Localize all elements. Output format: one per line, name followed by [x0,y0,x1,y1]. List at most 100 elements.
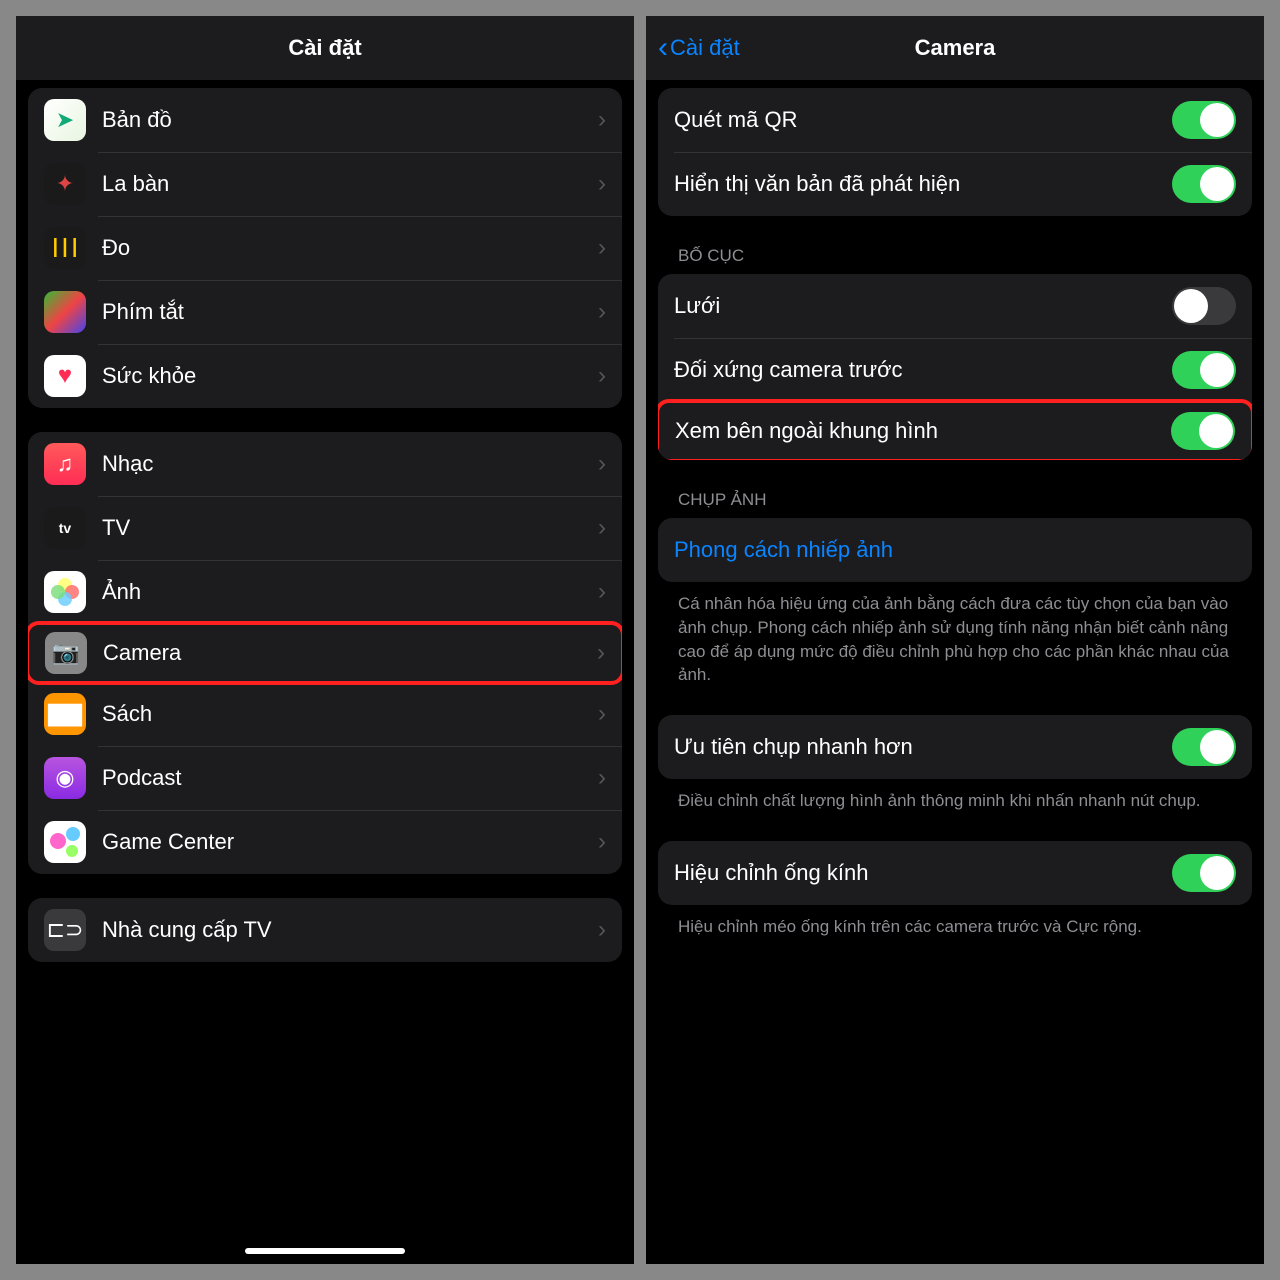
settings-group-2: ♫ Nhạc › tv TV › Ảnh › [28,432,622,874]
chevron-right-icon: › [598,106,606,134]
row-label: Xem bên ngoài khung hình [675,418,1171,444]
toggle-view-outside-frame[interactable] [1171,412,1235,450]
row-label: Ảnh [102,579,598,605]
toggle-lens-correction[interactable] [1172,854,1236,892]
row-photos[interactable]: Ảnh › [28,560,622,624]
camera-group-layout: Lưới Đối xứng camera trước Xem bên ngoài… [658,274,1252,460]
measure-icon: ┃┃┃ [44,227,86,269]
compass-icon: ✦ [44,163,86,205]
lens-description: Hiệu chỉnh méo ống kính trên các camera … [658,905,1252,943]
camera-group-scan: Quét mã QR Hiển thị văn bản đã phát hiện [658,88,1252,216]
chevron-right-icon: › [598,764,606,792]
row-label: Sách [102,701,598,727]
tv-icon: tv [44,507,86,549]
row-label: Sức khỏe [102,363,598,389]
row-camera[interactable]: 📷 Camera › [29,625,621,681]
chevron-right-icon: › [598,828,606,856]
back-label: Cài đặt [670,35,740,61]
row-label: Game Center [102,829,598,855]
gamecenter-icon [44,821,86,863]
row-gamecenter[interactable]: Game Center › [28,810,622,874]
settings-group-1: ➤ Bản đồ › ✦ La bàn › ┃┃┃ Đo › Phím tắt … [28,88,622,408]
faster-description: Điều chỉnh chất lượng hình ảnh thông min… [658,779,1252,817]
chevron-right-icon: › [598,514,606,542]
row-label: Ưu tiên chụp nhanh hơn [674,734,1172,760]
row-mirror-front[interactable]: Đối xứng camera trước [658,338,1252,402]
highlight-camera: 📷 Camera › [28,621,622,685]
settings-group-3: ⊏⊃ Nhà cung cấp TV › [28,898,622,962]
camera-icon: 📷 [45,632,87,674]
row-label: Bản đồ [102,107,598,133]
highlight-view-outside-frame: Xem bên ngoài khung hình [658,399,1252,460]
row-label: Quét mã QR [674,107,1172,133]
row-view-outside-frame[interactable]: Xem bên ngoài khung hình [659,403,1251,459]
health-icon: ♥ [44,355,86,397]
toggle-grid[interactable] [1172,287,1236,325]
chevron-right-icon: › [598,578,606,606]
camera-group-styles: Phong cách nhiếp ảnh [658,518,1252,582]
row-label: Lưới [674,293,1172,319]
chevron-right-icon: › [598,450,606,478]
section-layout: BỐ CỤC [658,216,1252,274]
row-shortcuts[interactable]: Phím tắt › [28,280,622,344]
row-music[interactable]: ♫ Nhạc › [28,432,622,496]
row-tv[interactable]: tv TV › [28,496,622,560]
toggle-detected-text[interactable] [1172,165,1236,203]
camera-group-lens: Hiệu chỉnh ống kính [658,841,1252,905]
toggle-mirror-front[interactable] [1172,351,1236,389]
chevron-right-icon: › [598,916,606,944]
right-content: Quét mã QR Hiển thị văn bản đã phát hiện… [646,80,1264,943]
chevron-right-icon: › [598,362,606,390]
row-label: Hiệu chỉnh ống kính [674,860,1172,886]
row-label: TV [102,515,598,541]
row-label: La bàn [102,171,598,197]
home-indicator[interactable] [245,1248,405,1254]
row-detected-text[interactable]: Hiển thị văn bản đã phát hiện [658,152,1252,216]
row-maps[interactable]: ➤ Bản đồ › [28,88,622,152]
row-label: Podcast [102,765,598,791]
left-content: ➤ Bản đồ › ✦ La bàn › ┃┃┃ Đo › Phím tắt … [16,80,634,962]
row-photo-styles[interactable]: Phong cách nhiếp ảnh [658,518,1252,582]
chevron-left-icon: ‹ [658,31,668,65]
row-faster-capture[interactable]: Ưu tiên chụp nhanh hơn [658,715,1252,779]
row-grid[interactable]: Lưới [658,274,1252,338]
row-label: Phím tắt [102,299,598,325]
left-header: Cài đặt [16,16,634,80]
books-icon: ▇▇ [44,693,86,735]
chevron-right-icon: › [598,234,606,262]
camera-group-faster: Ưu tiên chụp nhanh hơn [658,715,1252,779]
row-label: Nhạc [102,451,598,477]
row-label: Đối xứng camera trước [674,357,1172,383]
row-label: Nhà cung cấp TV [102,917,598,943]
toggle-faster-capture[interactable] [1172,728,1236,766]
maps-icon: ➤ [44,99,86,141]
row-books[interactable]: ▇▇ Sách › [28,682,622,746]
row-label: Hiển thị văn bản đã phát hiện [674,171,1172,197]
page-title: Cài đặt [288,35,361,61]
music-icon: ♫ [44,443,86,485]
chevron-right-icon: › [598,700,606,728]
toggle-qr[interactable] [1172,101,1236,139]
right-header: ‹ Cài đặt Camera [646,16,1264,80]
tvprovider-icon: ⊏⊃ [44,909,86,951]
photos-icon [44,571,86,613]
row-label: Phong cách nhiếp ảnh [674,537,1236,563]
section-capture: CHỤP ẢNH [658,460,1252,518]
camera-settings-panel: ‹ Cài đặt Camera Quét mã QR Hiển thị văn… [646,16,1264,1264]
row-qr[interactable]: Quét mã QR [658,88,1252,152]
back-button[interactable]: ‹ Cài đặt [658,31,740,65]
chevron-right-icon: › [598,170,606,198]
row-measure[interactable]: ┃┃┃ Đo › [28,216,622,280]
row-podcast[interactable]: ◉ Podcast › [28,746,622,810]
shortcuts-icon [44,291,86,333]
settings-panel: Cài đặt ➤ Bản đồ › ✦ La bàn › ┃┃┃ Đo › P… [16,16,634,1264]
row-lens-correction[interactable]: Hiệu chỉnh ống kính [658,841,1252,905]
row-health[interactable]: ♥ Sức khỏe › [28,344,622,408]
podcast-icon: ◉ [44,757,86,799]
row-label: Đo [102,235,598,261]
row-tvprovider[interactable]: ⊏⊃ Nhà cung cấp TV › [28,898,622,962]
styles-description: Cá nhân hóa hiệu ứng của ảnh bằng cách đ… [658,582,1252,691]
chevron-right-icon: › [597,639,605,667]
row-label: Camera [103,640,597,666]
row-compass[interactable]: ✦ La bàn › [28,152,622,216]
